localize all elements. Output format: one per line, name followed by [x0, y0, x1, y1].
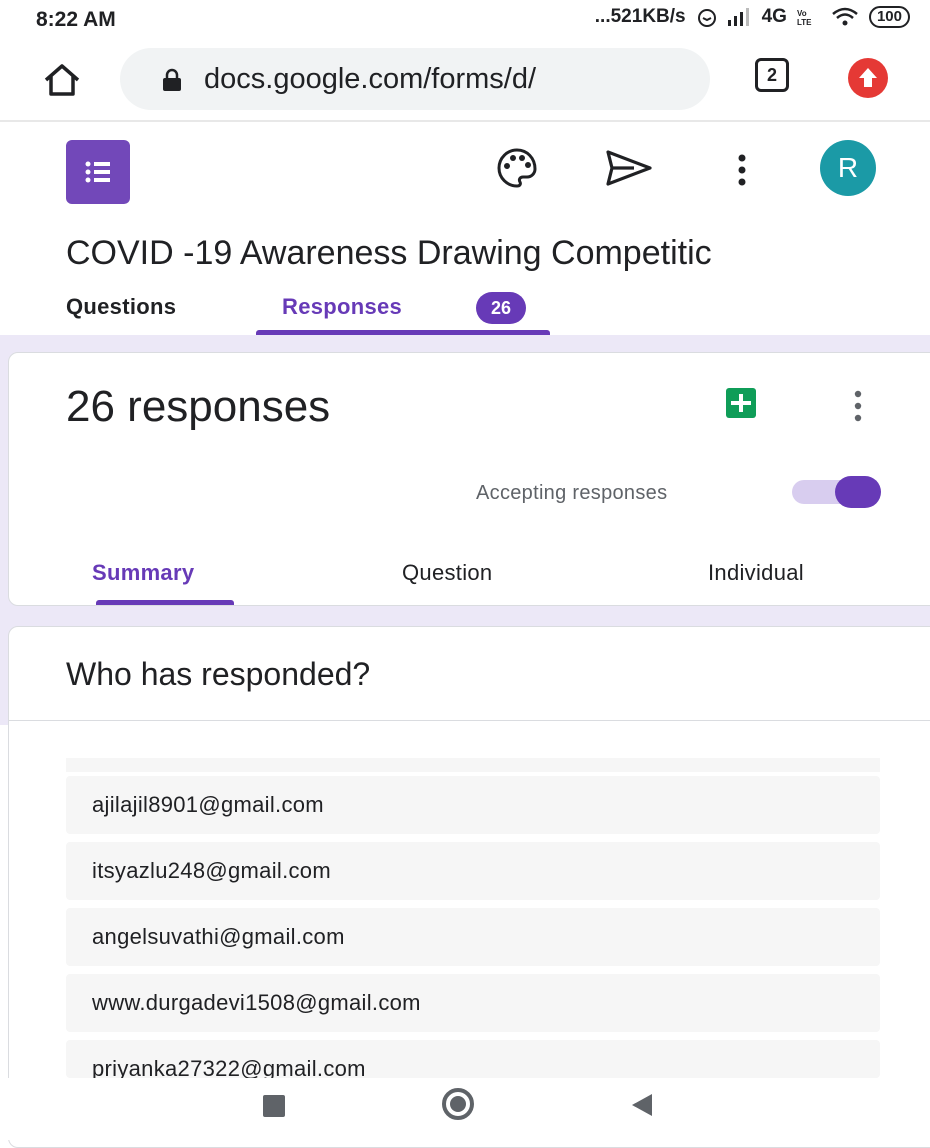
- browser-toolbar: docs.google.com/forms/d/ 2: [0, 40, 930, 122]
- tab-switcher-button[interactable]: 2: [755, 58, 789, 92]
- respondent-email: priyanka27322@gmail.com: [92, 1056, 366, 1078]
- list-item: www.durgadevi1508@gmail.com: [66, 974, 880, 1032]
- tab-responses[interactable]: Responses: [282, 294, 402, 320]
- more-options-icon[interactable]: [730, 150, 754, 190]
- responses-more-icon[interactable]: [848, 388, 868, 424]
- responses-count-badge: 26: [476, 292, 526, 324]
- list-item-partial: [66, 758, 880, 772]
- sheets-icon[interactable]: [726, 388, 756, 418]
- respondent-email: angelsuvathi@gmail.com: [92, 924, 345, 949]
- signal-icon: [727, 8, 749, 26]
- respondent-email: itsyazlu248@gmail.com: [92, 858, 331, 883]
- divider: [8, 720, 930, 721]
- list-item: ajilajil8901@gmail.com: [66, 776, 880, 834]
- status-bar: 8:22 AM ...521KB/s 4G Vo LTE 100: [0, 0, 930, 40]
- subtab-question[interactable]: Question: [402, 560, 492, 586]
- list-item: itsyazlu248@gmail.com: [66, 842, 880, 900]
- tab-questions[interactable]: Questions: [66, 294, 176, 320]
- wifi-icon: [832, 7, 858, 26]
- url-text: docs.google.com/forms/d/: [204, 63, 537, 95]
- active-subtab-indicator: [96, 600, 234, 605]
- who-responded-title: Who has responded?: [66, 656, 371, 692]
- back-icon[interactable]: [632, 1094, 652, 1116]
- list-item: priyanka27322@gmail.com: [66, 1040, 880, 1078]
- status-time: 8:22 AM: [36, 8, 116, 31]
- form-title: COVID -19 Awareness Drawing Competitic: [66, 234, 712, 272]
- subtab-individual[interactable]: Individual: [708, 560, 804, 586]
- alarm-icon: [697, 9, 716, 27]
- svg-text:Vo: Vo: [797, 9, 807, 18]
- google-forms-logo[interactable]: [66, 140, 130, 204]
- toggle-knob[interactable]: [835, 476, 881, 508]
- address-bar[interactable]: docs.google.com/forms/d/: [120, 48, 710, 110]
- battery-indicator: 100: [868, 6, 910, 28]
- home-icon[interactable]: [40, 58, 84, 102]
- avatar[interactable]: R: [820, 140, 876, 196]
- status-indicators: ...521KB/s 4G Vo LTE 100: [595, 6, 910, 28]
- network-speed: ...521KB/s: [594, 6, 686, 27]
- respondent-email: www.durgadevi1508@gmail.com: [92, 990, 421, 1015]
- responses-count-heading: 26 responses: [66, 382, 331, 431]
- network-type: 4G: [761, 6, 787, 27]
- lock-icon: [163, 68, 181, 91]
- send-icon[interactable]: [604, 148, 654, 188]
- recents-icon[interactable]: [263, 1095, 285, 1117]
- home-nav-icon[interactable]: [442, 1088, 474, 1120]
- svg-text:LTE: LTE: [797, 18, 812, 26]
- palette-icon[interactable]: [495, 146, 539, 190]
- list-item: angelsuvathi@gmail.com: [66, 908, 880, 966]
- volte-icon: VoLTE: [797, 9, 812, 26]
- upload-extension-icon[interactable]: [848, 58, 888, 98]
- accepting-responses-label: Accepting responses: [476, 482, 668, 504]
- respondent-email: ajilajil8901@gmail.com: [92, 792, 324, 817]
- subtab-summary[interactable]: Summary: [92, 560, 194, 586]
